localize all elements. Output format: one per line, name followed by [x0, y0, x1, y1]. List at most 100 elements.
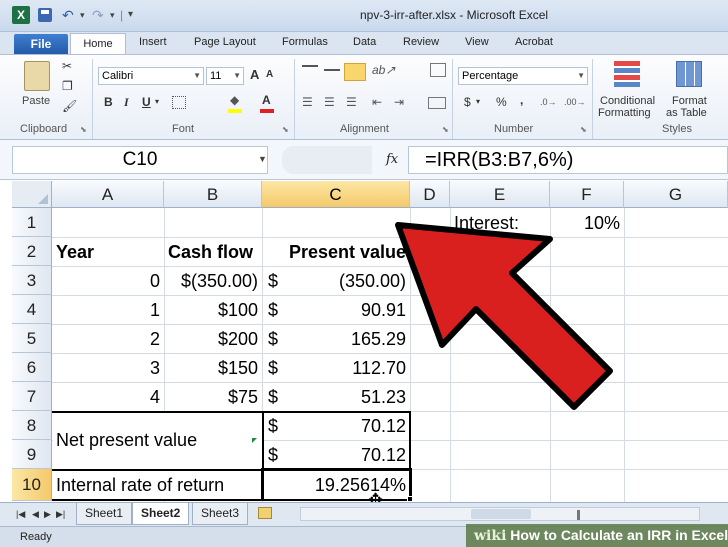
tab-data[interactable]: Data — [353, 36, 376, 48]
shrink-font-icon[interactable]: A — [266, 69, 273, 80]
cell-c5[interactable]: 165.29 — [282, 325, 406, 353]
format-as-table-label-2[interactable]: as Table — [666, 107, 707, 119]
column-header-a[interactable]: A — [52, 181, 164, 208]
conditional-formatting-label-2[interactable]: Formatting — [598, 107, 651, 119]
conditional-formatting-icon[interactable] — [614, 61, 640, 87]
increase-decimal-icon[interactable]: .0→ — [540, 97, 557, 107]
cell-c6[interactable]: 112.70 — [282, 354, 406, 382]
row-header-4[interactable]: 4 — [12, 295, 52, 324]
formula-input[interactable]: =IRR(B3:B7,6%) — [408, 146, 728, 174]
row-header-10[interactable]: 10 — [12, 469, 52, 501]
tab-page-layout[interactable]: Page Layout — [194, 36, 256, 48]
currency-format-button[interactable]: $ — [464, 95, 471, 109]
currency-dropdown-icon[interactable]: ▾ — [476, 97, 480, 106]
font-size-combo[interactable]: 11 ▼ — [206, 67, 244, 85]
paste-button-label[interactable]: Paste — [22, 95, 50, 107]
align-top-icon[interactable] — [302, 65, 318, 75]
cell-b4[interactable]: $100 — [164, 296, 258, 324]
file-tab[interactable]: File — [14, 34, 68, 54]
column-header-b[interactable]: B — [164, 181, 262, 208]
cell-c4[interactable]: 90.91 — [282, 296, 406, 324]
orientation-icon[interactable]: ab↗ — [372, 63, 395, 77]
underline-button[interactable]: U — [142, 95, 151, 109]
cell-a3[interactable]: 0 — [52, 267, 160, 295]
cell-b2[interactable]: Cash flow — [168, 238, 253, 266]
column-header-g[interactable]: G — [624, 181, 728, 208]
cell-c9[interactable]: 70.12 — [282, 441, 406, 469]
percent-style-button[interactable]: % — [496, 95, 507, 109]
name-box[interactable]: C10 — [12, 146, 268, 174]
align-middle-icon[interactable] — [324, 69, 340, 71]
fill-color-icon[interactable]: ◆ — [230, 93, 239, 107]
row-header-7[interactable]: 7 — [12, 382, 52, 411]
row-header-8[interactable]: 8 — [12, 411, 52, 440]
increase-indent-icon[interactable]: ⇥ — [394, 95, 404, 109]
underline-dropdown-icon[interactable]: ▾ — [155, 97, 159, 106]
sheet-tab-2[interactable]: Sheet2 — [132, 503, 190, 525]
cell-b6[interactable]: $150 — [164, 354, 258, 382]
clipboard-launcher-icon[interactable]: ⬊ — [80, 125, 87, 134]
wrap-text-icon[interactable] — [430, 63, 446, 77]
tab-formulas[interactable]: Formulas — [282, 36, 328, 48]
formula-bar-splitter[interactable] — [282, 146, 372, 174]
redo-dropdown-icon[interactable]: ▾ — [110, 6, 115, 24]
decrease-indent-icon[interactable]: ⇤ — [372, 95, 382, 109]
sheet-tab-1[interactable]: Sheet1 — [76, 503, 133, 525]
column-header-d[interactable]: D — [410, 181, 450, 208]
cell-c3[interactable]: (350.00) — [282, 267, 406, 295]
cell-a2[interactable]: Year — [56, 238, 94, 266]
row-header-9[interactable]: 9 — [12, 440, 52, 469]
sheet-tab-3[interactable]: Sheet3 — [192, 503, 249, 525]
font-launcher-icon[interactable]: ⬊ — [282, 125, 289, 134]
font-name-combo[interactable]: Calibri ▼ — [98, 67, 204, 85]
format-as-table-label-1[interactable]: Format — [672, 95, 707, 107]
cell-a6[interactable]: 3 — [52, 354, 160, 382]
tab-view[interactable]: View — [465, 36, 489, 48]
prev-sheet-icon[interactable]: ◀ — [32, 509, 39, 520]
bold-button[interactable]: B — [104, 95, 113, 109]
align-right-icon[interactable]: ☰ — [346, 95, 357, 109]
column-header-c[interactable]: C — [262, 181, 410, 208]
cell-a4[interactable]: 1 — [52, 296, 160, 324]
cell-b3[interactable]: $(350.00) — [164, 267, 258, 295]
alignment-launcher-icon[interactable]: ⬊ — [442, 125, 449, 134]
cell-a10-merged[interactable]: Internal rate of return — [56, 471, 224, 499]
grow-font-icon[interactable]: A — [250, 67, 259, 82]
row-header-3[interactable]: 3 — [12, 266, 52, 295]
undo-dropdown-icon[interactable]: ▾ — [80, 6, 85, 24]
decrease-decimal-icon[interactable]: .00→ — [564, 97, 586, 107]
cell-a7[interactable]: 4 — [52, 383, 160, 411]
cell-c8[interactable]: 70.12 — [282, 412, 406, 440]
cell-b5[interactable]: $200 — [164, 325, 258, 353]
insert-function-icon[interactable]: fx — [386, 152, 398, 167]
row-header-5[interactable]: 5 — [12, 324, 52, 353]
number-launcher-icon[interactable]: ⬊ — [580, 125, 587, 134]
align-center-icon[interactable]: ☰ — [324, 95, 335, 109]
name-box-dropdown-icon[interactable]: ▼ — [258, 154, 267, 164]
paste-icon[interactable] — [24, 61, 50, 91]
conditional-formatting-label-1[interactable]: Conditional — [600, 95, 655, 107]
borders-icon[interactable] — [172, 96, 186, 109]
worksheet-grid[interactable]: A B C D E F G 1 2 3 4 5 6 7 8 9 10 Inter… — [12, 181, 728, 502]
tab-home[interactable]: Home — [70, 33, 126, 55]
column-header-f[interactable]: F — [550, 181, 624, 208]
tab-review[interactable]: Review — [403, 36, 439, 48]
font-color-icon[interactable]: A — [262, 93, 271, 107]
format-as-table-icon[interactable] — [676, 61, 702, 87]
copy-icon[interactable]: ❐ — [62, 79, 73, 93]
italic-button[interactable]: I — [124, 95, 129, 110]
last-sheet-icon[interactable]: ▶| — [56, 509, 65, 520]
scrollbar-thumb[interactable] — [471, 509, 531, 519]
undo-icon[interactable]: ↶ — [62, 6, 74, 24]
cell-c2[interactable]: Present value — [262, 238, 406, 266]
tab-insert[interactable]: Insert — [139, 36, 167, 48]
column-header-e[interactable]: E — [450, 181, 550, 208]
scrollbar-splitter[interactable] — [577, 510, 580, 520]
insert-sheet-icon[interactable] — [258, 507, 272, 519]
horizontal-scrollbar[interactable] — [300, 507, 700, 521]
customize-qat-icon[interactable]: ▾ — [128, 6, 133, 24]
merge-center-icon[interactable] — [428, 97, 446, 109]
comma-style-button[interactable]: , — [520, 93, 523, 107]
row-header-6[interactable]: 6 — [12, 353, 52, 382]
cell-a8-merged[interactable]: Net present value — [56, 426, 197, 454]
